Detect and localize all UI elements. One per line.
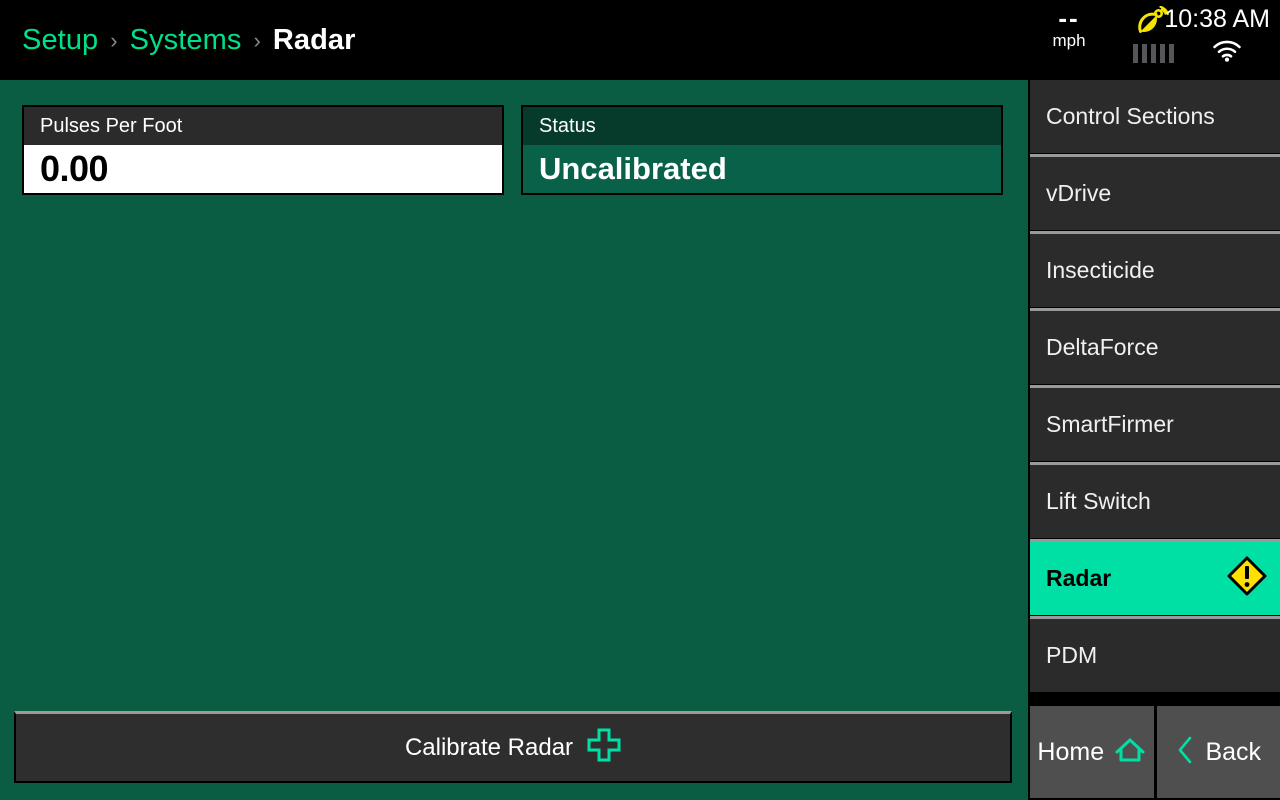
wifi-icon [1212, 40, 1242, 67]
calibrate-radar-label: Calibrate Radar [404, 733, 574, 761]
home-icon [1114, 736, 1146, 769]
card-pulses-per-foot: Pulses Per Foot 0.00 [22, 105, 504, 195]
back-button-label: Back [1205, 737, 1262, 766]
calibrate-radar-button[interactable]: Calibrate Radar [14, 711, 1012, 783]
card-status: Status Uncalibrated [521, 105, 1003, 195]
card-title: Status [523, 107, 1001, 145]
breadcrumb-separator: › [253, 28, 261, 53]
sidebar-item-insecticide[interactable]: Insecticide [1030, 231, 1280, 307]
sidebar-item-label: DeltaForce [1046, 334, 1159, 360]
sidebar-item-label: Radar [1046, 565, 1112, 591]
sidebar-item-label: Insecticide [1046, 257, 1155, 283]
sidebar: Control Sections vDrive Insecticide Delt… [1028, 80, 1280, 800]
pulses-per-foot-value: 0.00 [40, 148, 109, 189]
sidebar-item-label: Lift Switch [1046, 488, 1151, 514]
speed-indicator: -- mph [1036, 3, 1102, 52]
sidebar-item-deltaforce[interactable]: DeltaForce [1030, 308, 1280, 384]
header: Setup › Systems › Radar [0, 0, 1028, 80]
pulses-per-foot-field[interactable]: 0.00 [24, 145, 502, 193]
sidebar-item-control-sections[interactable]: Control Sections [1030, 80, 1280, 153]
sidebar-item-smartfirmer[interactable]: SmartFirmer [1030, 385, 1280, 461]
status-value-container: Uncalibrated [523, 145, 1001, 193]
sidebar-item-radar[interactable]: Radar [1030, 539, 1280, 615]
breadcrumb: Setup › Systems › Radar [22, 24, 356, 57]
sidebar-item-label: Control Sections [1046, 103, 1215, 129]
breadcrumb-separator: › [110, 28, 118, 53]
plus-cross-icon [587, 728, 621, 767]
gps-signal-bars [1110, 44, 1196, 63]
sidebar-item-vdrive[interactable]: vDrive [1030, 154, 1280, 230]
home-button-label: Home [1037, 737, 1105, 766]
breadcrumb-item-setup[interactable]: Setup [22, 24, 98, 57]
status-value: Uncalibrated [539, 151, 727, 186]
bottom-nav: Home Back [1030, 706, 1280, 798]
sidebar-item-label: SmartFirmer [1046, 411, 1174, 437]
back-button[interactable]: Back [1156, 706, 1280, 798]
clock: 10:38 AM [1164, 5, 1270, 33]
breadcrumb-item-radar: Radar [272, 23, 356, 56]
home-button[interactable]: Home [1030, 706, 1154, 798]
sidebar-item-lift-switch[interactable]: Lift Switch [1030, 462, 1280, 538]
main-content: Pulses Per Foot 0.00 Status Uncalibrated… [0, 80, 1028, 800]
sidebar-item-pdm[interactable]: PDM [1030, 616, 1280, 692]
sidebar-item-label: vDrive [1046, 180, 1112, 206]
speed-unit: mph [1052, 31, 1086, 50]
warning-icon [1226, 555, 1268, 602]
chevron-left-icon [1175, 735, 1195, 770]
status-bar: -- mph 10:38 AM [1028, 0, 1280, 80]
card-title: Pulses Per Foot [24, 107, 502, 145]
app-root: Setup › Systems › Radar -- mph 10:38 AM … [0, 0, 1280, 800]
sidebar-item-label: PDM [1046, 642, 1098, 668]
breadcrumb-item-systems[interactable]: Systems [130, 24, 242, 57]
speed-value: -- [1058, 3, 1080, 33]
